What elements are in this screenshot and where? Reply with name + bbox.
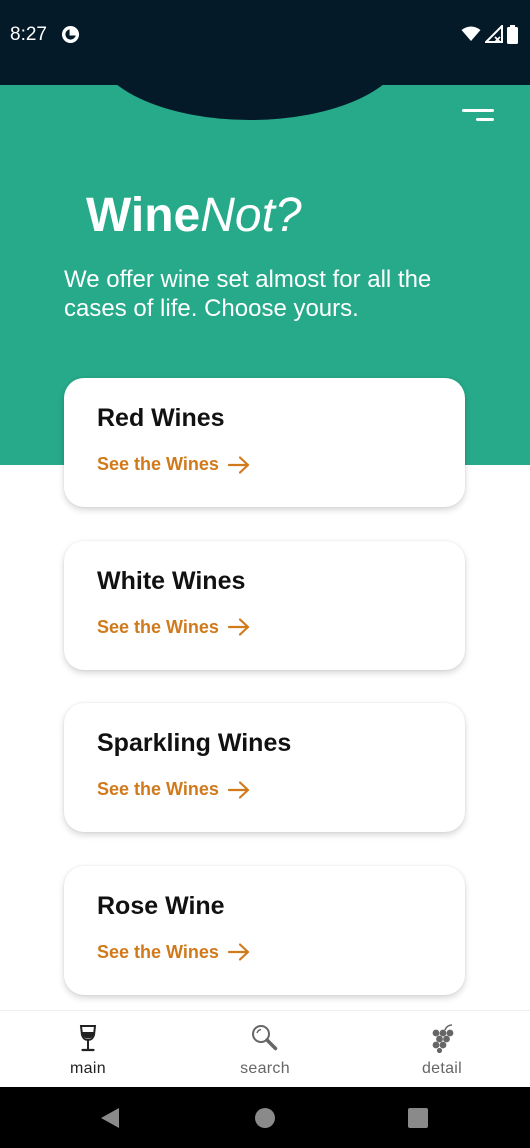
screen: 8:27 WineNot? We offer wine set almost f… (0, 0, 530, 1148)
wifi-icon (461, 26, 481, 41)
see-wines-link[interactable]: See the Wines (97, 779, 251, 800)
brand-italic-text: Not? (200, 189, 302, 242)
nav-label-main: main (70, 1060, 106, 1077)
bottom-navigation: main search detail (0, 1010, 530, 1088)
card-title: Sparkling Wines (97, 729, 292, 757)
see-wines-label: See the Wines (97, 941, 219, 962)
arrow-right-icon (227, 455, 249, 474)
nav-label-detail: detail (421, 1060, 463, 1077)
see-wines-label: See the Wines (97, 779, 219, 799)
card-title: Red Wines (97, 404, 225, 432)
menu-icon-line (476, 118, 494, 121)
wine-glass-icon (79, 1025, 97, 1052)
nav-item-search[interactable]: search (177, 1011, 353, 1088)
notification-app-icon (61, 25, 80, 44)
signal-no-data-icon (485, 25, 503, 43)
status-icons (461, 24, 518, 44)
category-card-white[interactable]: White Wines See the Wines (64, 540, 465, 670)
nav-item-detail[interactable]: detail (354, 1011, 530, 1088)
status-time: 8:27 (10, 24, 47, 45)
card-title: Rose Wine (97, 891, 225, 920)
recents-icon[interactable] (407, 1107, 429, 1129)
card-title: White Wines (97, 566, 246, 595)
home-icon[interactable] (254, 1107, 276, 1129)
brand-logo: WineNot? (86, 188, 302, 244)
see-wines-label: See the Wines (97, 616, 219, 637)
category-card-sparkling[interactable]: Sparkling Wines See the Wines (64, 703, 465, 832)
nav-item-main[interactable]: main (0, 1011, 176, 1088)
tagline: We offer wine set almost for all the cas… (64, 266, 432, 322)
system-navigation-bar (0, 1087, 530, 1148)
see-wines-link[interactable]: See the Wines (97, 454, 251, 475)
menu-button[interactable] (462, 105, 498, 127)
category-card-rose[interactable]: Rose Wine See the Wines (64, 865, 465, 995)
nav-label-search: search (240, 1060, 290, 1077)
see-wines-link[interactable]: See the Wines (97, 942, 251, 963)
back-icon[interactable] (99, 1107, 121, 1129)
battery-icon (507, 24, 518, 44)
brand-bold-text: Wine (86, 189, 201, 242)
see-wines-label: See the Wines (97, 454, 219, 474)
grapes-icon (432, 1024, 454, 1053)
category-card-red[interactable]: Red Wines See the Wines (64, 378, 465, 507)
category-list: Red Wines See the Wines White Wines See … (64, 378, 465, 1028)
arrow-right-icon (227, 618, 249, 636)
search-icon (252, 1025, 278, 1051)
arrow-right-icon (227, 943, 249, 961)
menu-icon (462, 109, 494, 112)
arrow-right-icon (227, 780, 249, 799)
see-wines-link[interactable]: See the Wines (97, 617, 251, 638)
status-bar: 8:27 (0, 0, 530, 85)
